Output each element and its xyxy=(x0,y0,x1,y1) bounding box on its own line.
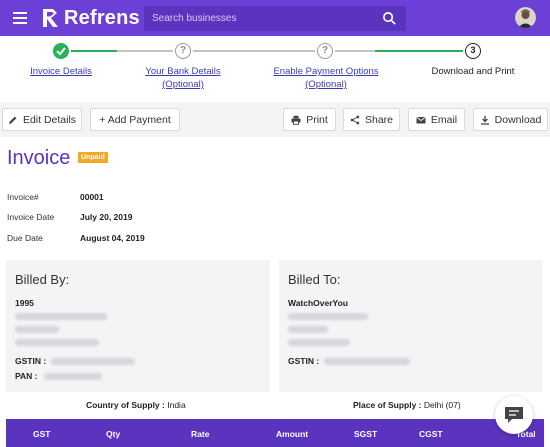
email-label: Email xyxy=(430,113,458,126)
email-button[interactable]: Email xyxy=(408,108,465,131)
download-label: Download xyxy=(494,113,542,126)
billed-by-gstin-label: GSTIN : xyxy=(15,356,47,366)
share-button[interactable]: Share xyxy=(343,108,400,131)
step-connector xyxy=(335,50,375,52)
invoice-date-value: July 20, 2019 xyxy=(80,212,133,222)
refrens-logo-icon[interactable] xyxy=(41,8,61,28)
progress-stepper: ? ? 3 Invoice Details Your Bank Details … xyxy=(0,36,550,102)
chat-icon xyxy=(505,407,523,423)
redacted-address-line xyxy=(15,313,107,320)
page-title: Invoice xyxy=(7,147,71,169)
add-payment-label: + Add Payment xyxy=(99,113,171,126)
country-of-supply-label: Country of Supply : xyxy=(86,400,165,410)
step-payment-options-optional[interactable]: (Optional) xyxy=(261,78,391,91)
invoice-number-value: 00001 xyxy=(80,192,104,202)
billed-to-gstin-label: GSTIN : xyxy=(288,356,320,366)
redacted-address-line xyxy=(288,339,350,346)
billed-to-panel: Billed To: WatchOverYou GSTIN : xyxy=(279,260,543,392)
step-connector xyxy=(117,50,173,52)
column-rate: Rate xyxy=(191,429,210,439)
due-date-value: August 04, 2019 xyxy=(80,233,145,243)
billed-to-title: Billed To: xyxy=(288,272,341,287)
search-input[interactable] xyxy=(144,6,374,31)
redacted-address-line xyxy=(15,339,99,346)
step-2-help-icon: ? xyxy=(175,43,191,59)
search-box xyxy=(144,6,406,31)
column-cgst: CGST xyxy=(419,429,443,439)
step-3-help-icon: ? xyxy=(317,43,333,59)
step-bank-details-optional[interactable]: (Optional) xyxy=(133,78,233,91)
status-badge: Unpaid xyxy=(78,152,108,163)
download-button[interactable]: Download xyxy=(473,108,548,131)
items-table-header: GST Qty Rate Amount SGST CGST Total xyxy=(6,419,544,447)
chat-widget-button[interactable] xyxy=(495,396,533,434)
column-gst: GST xyxy=(33,429,51,439)
step-payment-options[interactable]: Enable Payment Options xyxy=(261,65,391,78)
invoice-date-label: Invoice Date xyxy=(7,212,55,222)
billed-by-pan-label: PAN : xyxy=(15,371,38,381)
step-connector xyxy=(375,50,463,52)
edit-details-label: Edit Details xyxy=(22,113,77,126)
redacted-gstin xyxy=(51,358,135,365)
billed-by-panel: Billed By: 1995 GSTIN : PAN : xyxy=(6,260,270,392)
column-sgst: SGST xyxy=(354,429,378,439)
menu-icon[interactable] xyxy=(13,12,27,24)
due-date-label: Due Date xyxy=(7,233,43,243)
print-button[interactable]: Print xyxy=(283,108,336,131)
redacted-pan xyxy=(44,373,102,380)
step-1-check-icon xyxy=(53,43,69,59)
share-icon xyxy=(350,115,360,124)
share-label: Share xyxy=(364,113,394,126)
top-bar: Refrens xyxy=(0,0,550,36)
redacted-address-line xyxy=(288,313,368,320)
print-label: Print xyxy=(306,113,328,126)
column-amount: Amount xyxy=(276,429,309,439)
place-of-supply-label: Place of Supply : xyxy=(353,400,422,410)
redacted-gstin xyxy=(324,358,410,365)
step-bank-details[interactable]: Your Bank Details xyxy=(133,65,233,78)
step-4-number: 3 xyxy=(465,43,481,59)
logo-text[interactable]: Refrens xyxy=(64,7,140,30)
redacted-address-line xyxy=(288,326,328,333)
billed-by-name: 1995 xyxy=(15,298,34,308)
step-connector xyxy=(71,50,117,52)
step-download-print: Download and Print xyxy=(431,66,515,77)
search-icon[interactable] xyxy=(382,11,397,26)
download-icon xyxy=(480,115,489,125)
column-qty: Qty xyxy=(106,429,121,439)
country-of-supply-value: India xyxy=(167,400,186,410)
redacted-address-line xyxy=(15,326,59,333)
avatar[interactable] xyxy=(515,7,536,28)
edit-details-button[interactable]: Edit Details xyxy=(2,108,82,131)
step-connector xyxy=(193,50,315,52)
place-of-supply-value: Delhi (07) xyxy=(423,400,461,410)
country-of-supply: Country of Supply : India xyxy=(86,400,186,410)
invoice-number-label: Invoice# xyxy=(7,192,39,202)
printer-icon xyxy=(291,115,301,125)
pencil-icon xyxy=(8,116,17,124)
place-of-supply: Place of Supply : Delhi (07) xyxy=(353,400,461,410)
add-payment-button[interactable]: + Add Payment xyxy=(90,108,180,131)
step-invoice-details[interactable]: Invoice Details xyxy=(11,65,111,78)
billed-to-name: WatchOverYou xyxy=(288,298,348,308)
envelope-icon xyxy=(416,116,426,123)
billed-by-title: Billed By: xyxy=(15,272,70,287)
